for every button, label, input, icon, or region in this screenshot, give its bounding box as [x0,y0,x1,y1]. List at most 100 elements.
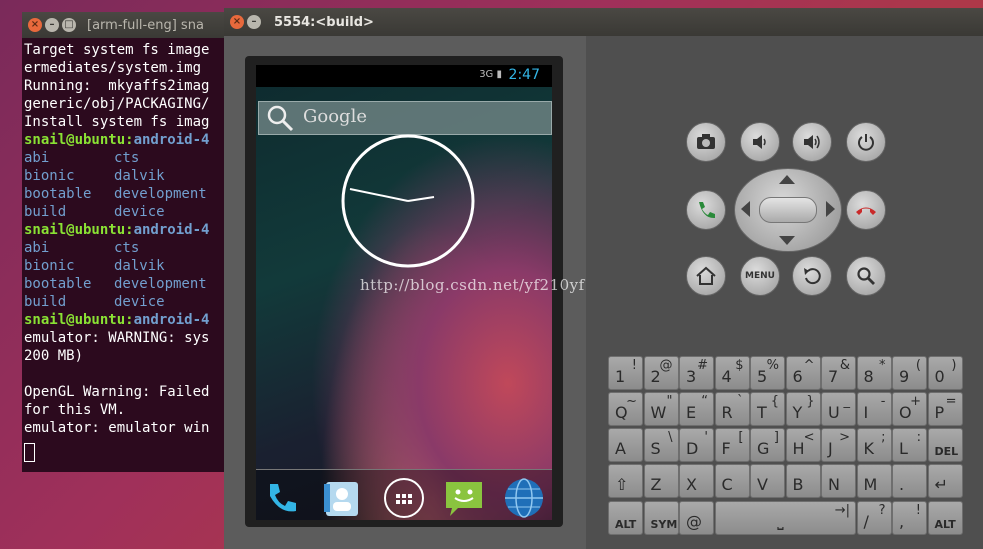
contacts-app-icon[interactable] [320,476,364,520]
key-,[interactable]: ,! [892,501,927,535]
key-n[interactable]: N [821,464,856,498]
key-label: A [615,439,626,458]
key-j[interactable]: J > [821,428,856,462]
terminal-line-text: Target system fs image [24,42,210,58]
home-button[interactable] [686,256,726,296]
key-e[interactable]: E “ [679,392,714,426]
end-call-button[interactable] [846,190,886,230]
key-9[interactable]: 9( [892,356,927,390]
key-alt[interactable]: ALT [608,501,643,535]
key-sym[interactable]: SYM [643,501,679,535]
key-w[interactable]: W " [643,392,679,426]
dir-name: bootable [24,186,92,202]
dir-name: bionic [24,168,75,184]
dpad-center[interactable] [759,197,817,223]
volume-up-button[interactable] [792,122,832,162]
messaging-app-icon[interactable] [442,476,486,520]
key-⇧[interactable]: ⇧ [608,464,643,498]
phone-app-icon[interactable] [260,476,304,520]
google-search-bar[interactable]: Google [258,101,552,135]
terminal-cursor[interactable] [24,443,35,462]
key-alt[interactable]: ALT [927,501,963,535]
key-space[interactable]: ⎵ →| [714,501,856,535]
key-.[interactable]: . [892,464,927,498]
key-sublabel: ^ [803,358,815,373]
search-button[interactable] [846,256,886,296]
key-s[interactable]: S \ [643,428,679,462]
network-type: 3G [479,69,494,80]
emulator-window[interactable]: × – 5554:<build> 3G ▮ 2:47 Google MENU 1… [224,8,983,549]
key-↵[interactable]: ↵ [927,464,963,498]
terminal-line [24,365,209,383]
key-m[interactable]: M [856,464,892,498]
browser-app-icon[interactable] [502,476,546,520]
key-4[interactable]: 4 $ [714,356,750,390]
key-label: T [757,403,767,422]
power-button[interactable] [846,122,886,162]
key-t[interactable]: T{ [750,392,785,426]
key-/[interactable]: /? [856,501,892,535]
key-@[interactable]: @ [679,501,714,535]
key-label: , [899,512,905,531]
back-button[interactable] [792,256,832,296]
dpad[interactable] [734,168,842,252]
key-0[interactable]: 0) [927,356,963,390]
minimize-icon[interactable]: – [247,15,261,29]
key-3[interactable]: 3 # [679,356,714,390]
analog-clock[interactable] [338,131,478,271]
key-c[interactable]: C [714,464,750,498]
key-x[interactable]: X [679,464,714,498]
emulator-title: 5554:<build> [274,14,374,30]
camera-button[interactable] [686,122,726,162]
close-icon[interactable]: × [230,15,244,29]
key-2[interactable]: 2 @ [643,356,679,390]
key-i[interactable]: I- [856,392,892,426]
key-1[interactable]: 1! [608,356,643,390]
key-p[interactable]: P = [927,392,963,426]
key-g[interactable]: G] [750,428,785,462]
key-b[interactable]: B [785,464,821,498]
power-icon [858,134,874,151]
key-u[interactable]: U _ [821,392,856,426]
clock-minute-hand [407,196,435,202]
key-label: V [757,475,768,494]
close-icon[interactable]: × [28,18,42,32]
dir-name: device [114,204,165,220]
key-v[interactable]: V [750,464,785,498]
key-h[interactable]: H < [785,428,821,462]
key-k[interactable]: K; [856,428,892,462]
key-z[interactable]: Z [643,464,679,498]
key-q[interactable]: Q ~ [608,392,643,426]
menu-button[interactable]: MENU [740,256,780,296]
dir-name: bootable [24,276,92,292]
key-f[interactable]: F[ [714,428,750,462]
call-button[interactable] [686,190,726,230]
key-label: . [899,475,905,494]
key-y[interactable]: Y} [785,392,821,426]
key-5[interactable]: 5% [750,356,785,390]
key-o[interactable]: O + [892,392,927,426]
app-drawer-icon[interactable] [382,476,426,520]
key-a[interactable]: A [608,428,643,462]
key-6[interactable]: 6 ^ [785,356,821,390]
key-l[interactable]: L: [892,428,927,462]
dpad-down[interactable] [779,236,795,245]
emulator-titlebar[interactable]: × – 5554:<build> [224,8,983,36]
key-r[interactable]: R ` [714,392,750,426]
maximize-icon[interactable]: □ [62,18,76,32]
key-sublabel: ! [915,503,921,518]
dir-name: cts [114,240,140,256]
volume-down-button[interactable] [740,122,780,162]
status-bar: 3G ▮ 2:47 [256,65,552,87]
key-del[interactable]: DEL [927,428,963,462]
key-d[interactable]: D ' [679,428,714,462]
dpad-left[interactable] [741,201,750,217]
key-sublabel: + [910,394,921,409]
key-8[interactable]: 8 * [856,356,892,390]
dpad-up[interactable] [779,175,795,184]
dpad-right[interactable] [826,201,835,217]
key-7[interactable]: 7 & [821,356,856,390]
key-label: 9 [899,367,910,386]
minimize-icon[interactable]: – [45,18,59,32]
terminal-output[interactable]: Target system fs image ermediates/system.… [24,41,209,462]
